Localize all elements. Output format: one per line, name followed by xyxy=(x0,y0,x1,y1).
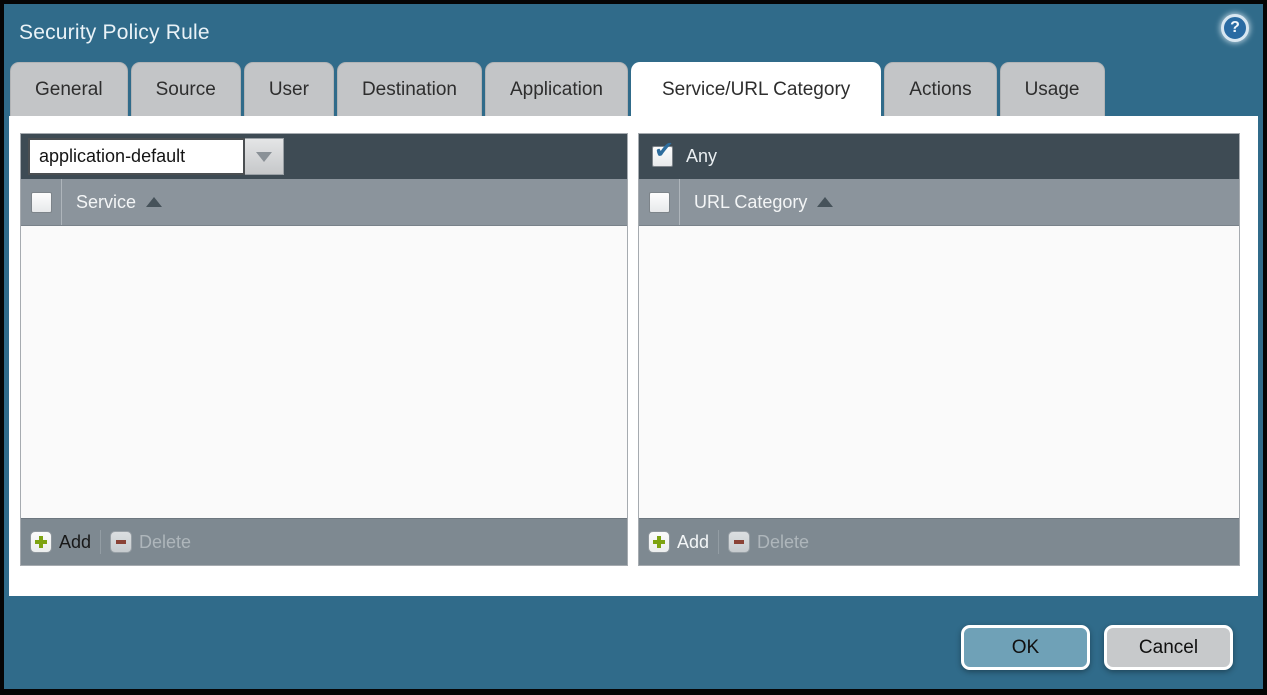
dialog-footer: OK Cancel xyxy=(4,596,1263,689)
service-panel: application-default Service xyxy=(20,133,628,566)
service-delete-label: Delete xyxy=(139,532,191,553)
service-add-label: Add xyxy=(59,532,91,553)
add-plus-icon xyxy=(648,531,670,553)
sort-ascending-icon[interactable] xyxy=(817,197,833,207)
add-plus-icon xyxy=(30,531,52,553)
service-delete-button[interactable]: Delete xyxy=(110,531,191,553)
service-panel-topbar: application-default xyxy=(21,134,627,179)
checkmark-icon: ✔ xyxy=(654,139,674,163)
any-checkbox[interactable]: ✔ xyxy=(652,146,673,167)
service-list-empty[interactable] xyxy=(21,226,627,518)
tab-content: application-default Service xyxy=(9,116,1258,596)
toolbar-divider xyxy=(100,530,101,554)
tab-destination[interactable]: Destination xyxy=(337,62,482,116)
help-icon[interactable]: ? xyxy=(1221,14,1249,42)
service-header-checkbox-cell xyxy=(21,179,62,225)
tab-actions[interactable]: Actions xyxy=(884,62,996,116)
url-category-add-button[interactable]: Add xyxy=(648,531,709,553)
tab-bar: General Source User Destination Applicat… xyxy=(4,62,1263,116)
tab-service-url-category[interactable]: Service/URL Category xyxy=(631,62,881,116)
service-type-select[interactable]: application-default xyxy=(28,138,284,175)
dialog-title: Security Policy Rule xyxy=(19,21,210,45)
service-add-button[interactable]: Add xyxy=(30,531,91,553)
service-select-all-checkbox[interactable] xyxy=(31,192,52,213)
url-category-panel-topbar: ✔ Any xyxy=(639,134,1239,179)
delete-minus-icon xyxy=(728,531,750,553)
chevron-down-icon xyxy=(256,152,272,162)
cancel-button[interactable]: Cancel xyxy=(1104,625,1233,670)
url-category-select-all-checkbox[interactable] xyxy=(649,192,670,213)
ok-button[interactable]: OK xyxy=(961,625,1090,670)
tab-usage[interactable]: Usage xyxy=(1000,62,1105,116)
dialog-titlebar: Security Policy Rule ? xyxy=(4,4,1263,62)
url-category-delete-label: Delete xyxy=(757,532,809,553)
url-category-panel-toolbar: Add Delete xyxy=(639,518,1239,565)
sort-ascending-icon[interactable] xyxy=(146,197,162,207)
url-category-column-header[interactable]: URL Category xyxy=(694,192,807,213)
tab-general[interactable]: General xyxy=(10,62,128,116)
security-policy-rule-dialog: Security Policy Rule ? General Source Us… xyxy=(4,4,1263,689)
tab-application[interactable]: Application xyxy=(485,62,628,116)
tab-user[interactable]: User xyxy=(244,62,334,116)
url-category-header-checkbox-cell xyxy=(639,179,680,225)
delete-minus-icon xyxy=(110,531,132,553)
url-category-delete-button[interactable]: Delete xyxy=(728,531,809,553)
screen-border: Security Policy Rule ? General Source Us… xyxy=(0,0,1267,695)
service-column-header-row: Service xyxy=(21,179,627,226)
service-type-select-button[interactable] xyxy=(245,138,284,175)
url-category-list-empty[interactable] xyxy=(639,226,1239,518)
url-category-add-label: Add xyxy=(677,532,709,553)
any-label: Any xyxy=(686,146,717,167)
tab-source[interactable]: Source xyxy=(131,62,241,116)
url-category-panel: ✔ Any URL Category xyxy=(638,133,1240,566)
toolbar-divider xyxy=(718,530,719,554)
url-category-column-header-row: URL Category xyxy=(639,179,1239,226)
service-panel-toolbar: Add Delete xyxy=(21,518,627,565)
service-type-select-value[interactable]: application-default xyxy=(28,138,245,175)
service-column-header[interactable]: Service xyxy=(76,192,136,213)
